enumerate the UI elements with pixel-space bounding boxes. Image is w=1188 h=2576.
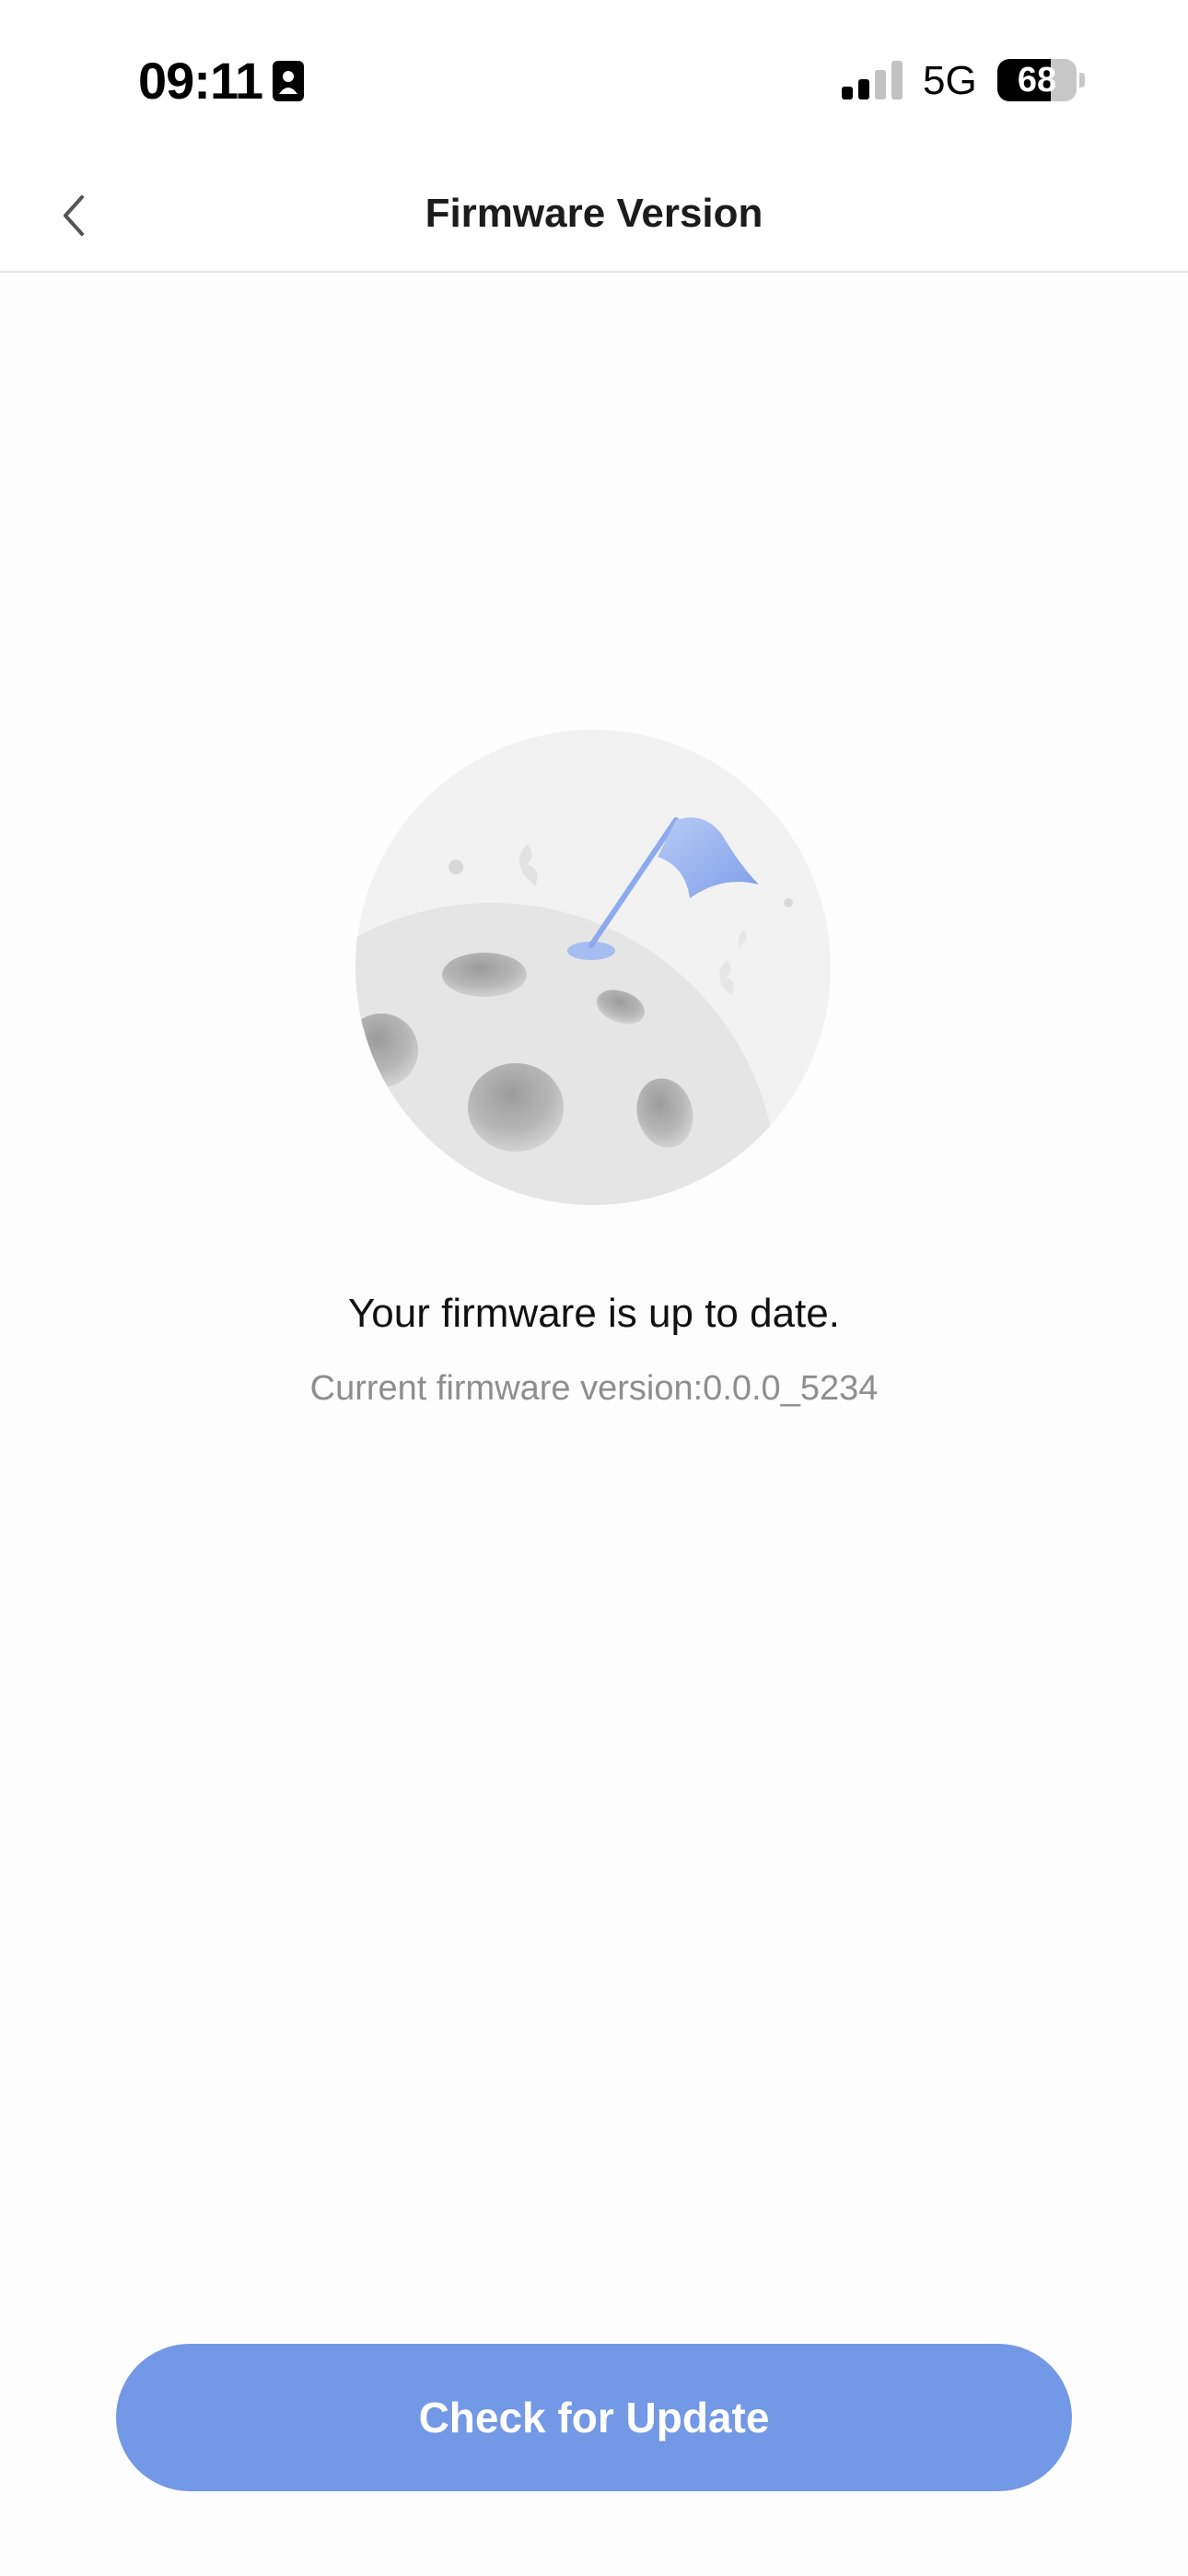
battery-level: 68	[1017, 61, 1057, 100]
firmware-version-screen: 09:11 5G 68 Firmware Version Your firmwa…	[0, 0, 1188, 2576]
firmware-version-text: Current firmware version:0.0.0_5234	[309, 1369, 879, 1408]
battery-icon: 68	[997, 59, 1086, 101]
status-message: Your firmware is up to date.	[348, 1291, 840, 1336]
check-for-update-button[interactable]: Check for Update	[116, 2344, 1072, 2491]
back-button[interactable]	[37, 179, 111, 252]
chevron-left-icon	[64, 195, 84, 236]
status-bar: 09:11 5G 68	[0, 0, 1188, 157]
moon-flag-illustration	[355, 730, 831, 1205]
signal-icon	[842, 61, 903, 100]
network-type: 5G	[923, 58, 977, 103]
contact-card-icon	[273, 61, 304, 101]
page-title: Firmware Version	[425, 191, 763, 236]
nav-bar: Firmware Version	[0, 157, 1188, 273]
status-time: 09:11	[138, 52, 263, 110]
